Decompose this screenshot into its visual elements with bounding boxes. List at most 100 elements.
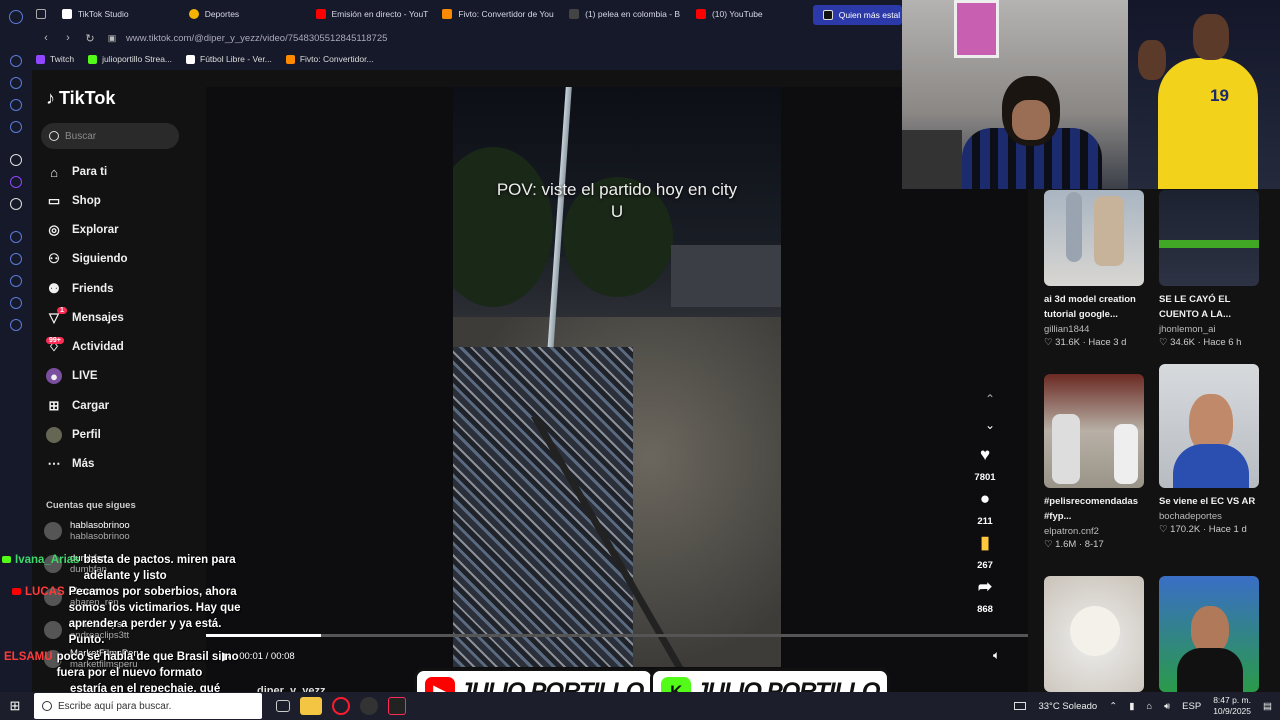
x-sidebar-icon[interactable] [10,198,22,210]
tab-active[interactable]: Quien más estal [812,5,902,25]
next-video-icon[interactable]: ⌄ [985,418,995,432]
nav-label: Explorar [72,224,119,236]
forward-icon[interactable]: › [60,32,76,44]
tab[interactable]: TikTok Studio [52,0,179,28]
opera-icon[interactable] [332,697,350,715]
card-meta: ♡ 170.2K · Hace 1 d [1159,524,1263,535]
video-thumbnail [1159,576,1259,692]
video-player[interactable]: POV: viste el partido hoy en city U [453,87,781,667]
opera-logo-icon[interactable] [9,10,23,24]
card-meta-text: 1.6M · 8-17 [1055,539,1104,550]
video-thumbnail [1159,364,1259,488]
tab[interactable]: Deportes [179,0,306,28]
bookmark-label: Fútbol Libre - Ver... [200,54,272,64]
history-icon[interactable] [10,275,22,287]
sidebar-icon[interactable] [10,77,22,89]
bookmark[interactable]: julioportillo Strea... [88,54,172,64]
nav-live[interactable]: ● LIVE [46,368,98,384]
like-button[interactable]: ♥ 7801 [965,446,1005,484]
nav-label: Shop [72,195,101,207]
nav-friends[interactable]: ⚉ Friends [46,281,113,297]
tab[interactable]: (1) pelea en colombia - B [559,0,686,28]
tab-label: Fivto: Convertidor de You [458,9,554,19]
comment-count: 211 [977,516,993,527]
weather-text[interactable]: 33°C Soleado [1038,701,1097,712]
share-button[interactable]: ➦ 868 [965,578,1005,616]
following-item[interactable]: hablasobrinoo hablasobrinoo [44,520,130,542]
sidebar-icon[interactable] [10,121,22,133]
sidebar-icon[interactable] [10,297,22,309]
recommended-card[interactable]: ai 3d model creation tutorial google... … [1044,190,1148,348]
comment-button[interactable]: ● 211 [965,490,1005,528]
back-icon[interactable]: ‹ [38,32,54,44]
tray-chevron-icon[interactable]: ⌃ [1109,701,1117,712]
sidebar-icon[interactable] [10,231,22,243]
tab-icon[interactable] [32,0,52,28]
bookmark-label: julioportillo Strea... [102,54,173,64]
cam-hand [1138,40,1166,80]
url-text[interactable]: www.tiktok.com/@diper_y_yezz/video/75483… [126,33,387,44]
nav-perfil[interactable]: Perfil [46,427,101,443]
tab[interactable]: Emisión en directo - YouT [306,0,433,28]
recommended-card[interactable]: SE LE CAYÓ EL CUENTO A LA... jhonlemon_a… [1159,190,1263,348]
chat-name: LUCAS [25,586,65,598]
sidebar-icon[interactable] [10,253,22,265]
tab-label: Quien más estal [838,10,901,20]
home-icon: ⌂ [50,164,58,180]
nav-shop[interactable]: ▭ Shop [46,193,101,209]
nav-label: Actividad [72,341,124,353]
recommended-column: ai 3d model creation tutorial google... … [1028,190,1280,692]
card-title: SE LE CAYÓ EL CUENTO A LA... [1159,294,1231,320]
tab[interactable]: Fivto: Convertidor de You [432,0,559,28]
nav-cargar[interactable]: ⊞ Cargar [46,398,110,414]
recommended-card[interactable] [1044,576,1148,692]
search-input[interactable]: Buscar [41,123,179,149]
twitch-sidebar-icon[interactable] [10,176,22,188]
nav-mas[interactable]: ⋯ Más [46,456,95,472]
tiktok-logo[interactable]: ♪ TikTok [46,88,115,109]
task-view-icon[interactable] [276,700,290,712]
card-user: gillian1844 [1044,324,1090,335]
volume-tray-icon[interactable]: 🔊︎ [1164,701,1170,712]
taskbar-search[interactable]: Escribe aquí para buscar. [34,693,262,719]
bookmark[interactable]: Fivto: Convertidor... [285,54,374,64]
nav-label: LIVE [72,370,98,382]
chat-text: basta de pactos. miren para adelante y l… [83,554,236,582]
reload-icon[interactable]: ↻ [82,32,98,45]
recommended-card[interactable]: #pelisrecomendadas #fyp... elpatron.cnf2… [1044,374,1148,550]
video-progress[interactable] [206,634,1028,637]
tab-favicon-icon [61,9,72,19]
nav-explorar[interactable]: ◎ Explorar [46,222,119,238]
sidebar-icon[interactable] [10,99,22,111]
nav-para-ti[interactable]: ⌂ Para ti [46,164,107,180]
language-indicator[interactable]: ESP [1182,701,1201,712]
recommended-card[interactable] [1159,576,1263,692]
card-meta: ♡ 34.6K · Hace 6 h [1159,337,1263,348]
windows-start-icon[interactable]: ⊞ [0,698,30,714]
battery-icon[interactable]: ▮ [1129,701,1134,712]
activity-badge: 99+ [46,337,64,344]
kick-icon [2,556,11,563]
tab[interactable]: (10) YouTube [686,0,813,28]
sidebar-icon[interactable] [10,55,22,67]
bookmark[interactable]: Twitch [36,54,74,64]
notifications-icon[interactable]: ▤ [1263,701,1272,712]
tiktok-app-icon[interactable] [388,697,406,715]
obs-icon[interactable] [360,697,378,715]
following-name: hablasobrinoo [70,520,130,531]
search-placeholder: Buscar [65,130,97,142]
weather-icon[interactable] [1014,702,1027,710]
settings-icon[interactable] [10,319,22,331]
previous-video-icon[interactable]: ⌃ [985,392,995,406]
file-explorer-icon[interactable] [300,697,322,715]
volume-icon[interactable]: 🔈︎ [993,648,1000,663]
bookmark[interactable]: Fútbol Libre - Ver... [186,54,272,64]
recommended-card[interactable]: Se viene el EC VS AR bochadeportes ♡ 170… [1159,364,1263,535]
clock[interactable]: 8:47 p. m. 10/9/2025 [1213,695,1251,717]
chat-message: Ivana_Arias basta de pactos. miren para a… [2,552,259,584]
tiktok-sidebar-icon[interactable] [10,154,22,166]
heart-outline-icon: ♡ [1044,337,1056,348]
nav-siguiendo[interactable]: ⚇ Siguiendo [46,251,127,267]
network-icon[interactable]: ⌂ [1146,701,1152,712]
save-button[interactable]: ▮ 267 [965,534,1005,572]
